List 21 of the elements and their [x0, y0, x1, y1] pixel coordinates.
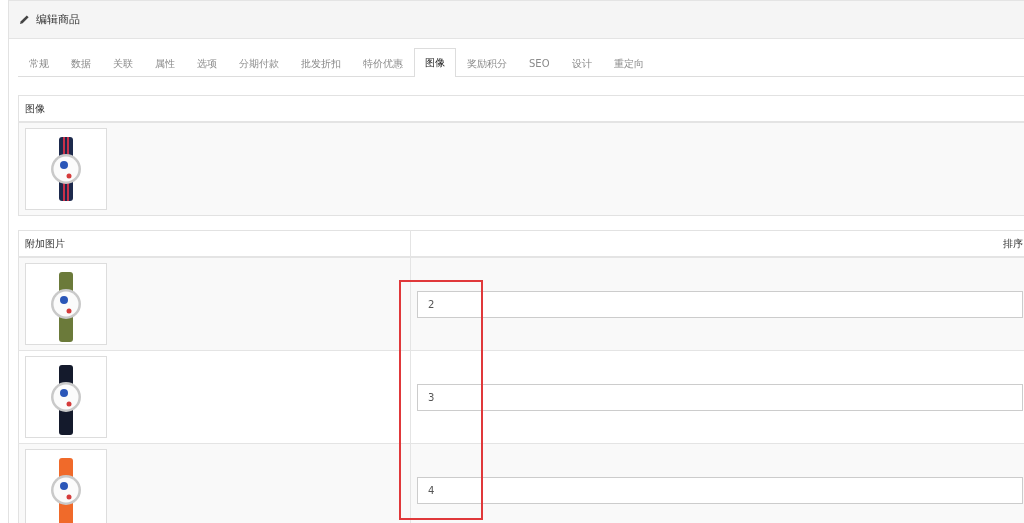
tab[interactable]: 设计 — [560, 49, 603, 77]
tab[interactable]: 奖励积分 — [456, 49, 518, 77]
sort-order-field[interactable]: 3 — [417, 383, 1023, 411]
tab[interactable]: 关联 — [102, 49, 144, 77]
tab[interactable]: 重定向 — [602, 49, 655, 77]
table-header-cell: 图像 — [18, 95, 1024, 122]
pencil-icon — [19, 14, 30, 25]
sort-order-field[interactable]: 4 — [417, 476, 1023, 504]
tab[interactable]: SEO — [518, 49, 561, 77]
tab[interactable]: 属性 — [144, 49, 186, 77]
tab[interactable]: 常规 — [18, 49, 60, 77]
sort-order-field[interactable]: 2 — [417, 290, 1023, 318]
tab[interactable]: 分期付款 — [228, 49, 290, 77]
tab[interactable]: 选项 — [186, 49, 228, 77]
tab[interactable]: 数据 — [60, 49, 102, 77]
table-header-cell: 附加图片 — [18, 230, 411, 257]
panel-title: 编辑商品 — [36, 12, 80, 27]
tab[interactable]: 特价优惠 — [352, 49, 414, 77]
table-header-cell: 排序 — [410, 230, 1024, 257]
tab[interactable]: 图像 — [414, 48, 456, 77]
tab[interactable]: 批发折扣 — [290, 49, 352, 77]
